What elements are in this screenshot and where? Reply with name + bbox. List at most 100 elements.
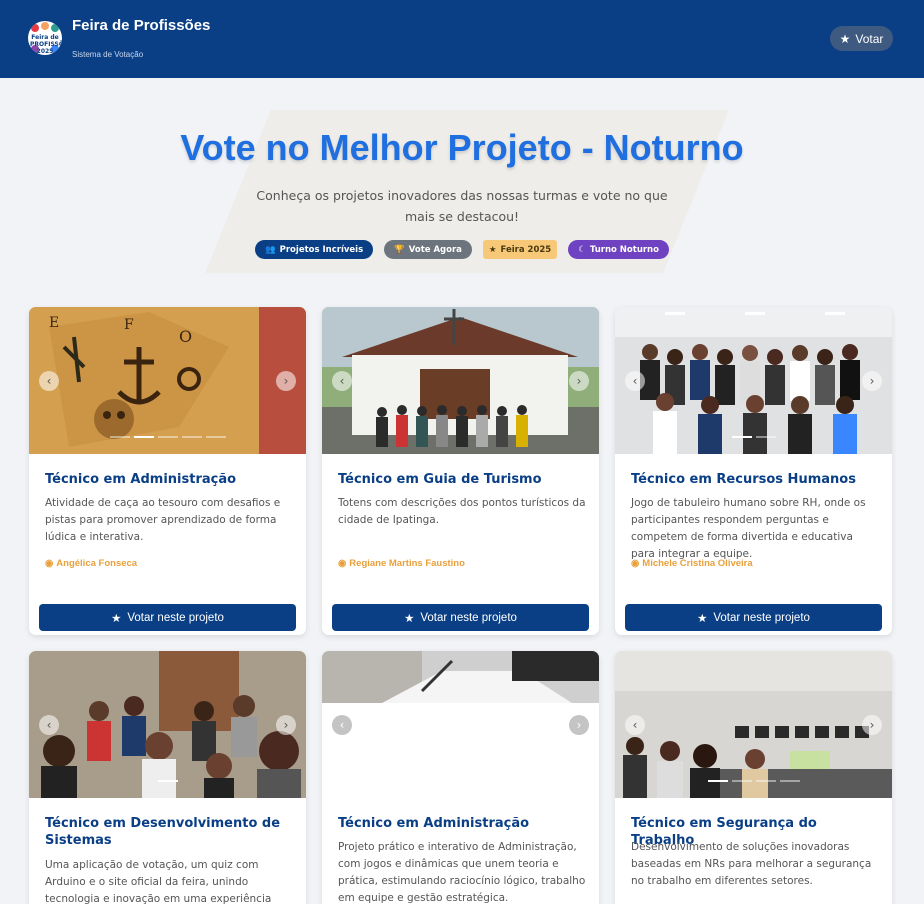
carousel-prev-button[interactable]: ‹ [39, 371, 59, 391]
carousel-indicator[interactable] [707, 780, 728, 782]
card-description: Uma aplicação de votação, um quiz com Ar… [45, 859, 272, 904]
chevron-left-icon: ‹ [339, 718, 345, 732]
classroom-tables-photo [322, 651, 599, 703]
logo-text: Feira de PROFISSÕES 2025 [30, 34, 62, 55]
project-card: ‹ › Técnico em Desenvolvimento de Sistem… [29, 651, 306, 904]
vote-project-button[interactable]: ★ Votar neste projeto [39, 604, 296, 631]
carousel-prev-button[interactable]: ‹ [625, 371, 645, 391]
nav-vote-button[interactable]: ★ Votar [830, 26, 893, 51]
card-title: Técnico em Administração [45, 472, 237, 487]
chevron-left-icon: ‹ [46, 374, 52, 388]
user-circle-icon: ◉ [338, 558, 347, 569]
card-description: Jogo de tabuleiro humano sobre RH, onde … [631, 497, 866, 560]
user-circle-icon: ◉ [631, 558, 640, 569]
project-card: O F E ‹ › Técnico em Administração Ativi… [29, 307, 306, 635]
hero-title: Vote no Melhor Projeto - Noturno [180, 127, 744, 168]
project-card: ‹ › Técnico em Administração Projeto prá… [322, 651, 599, 904]
badge-projetos: 👥 Projetos Incríveis [255, 240, 374, 259]
chevron-right-icon: › [283, 718, 289, 732]
star-icon: ★ [697, 612, 708, 625]
project-image-carousel[interactable]: ‹ › [322, 307, 599, 454]
carousel-indicator[interactable] [731, 780, 752, 782]
vote-button-label: Votar neste projeto [420, 611, 517, 624]
carousel-indicators [29, 436, 306, 438]
carousel-indicator[interactable] [109, 436, 130, 438]
chapel-group-photo [322, 307, 599, 454]
project-card: ‹ › Técnico em Segurança do Trabalho Des… [615, 651, 892, 904]
nav-vote-label: Votar [855, 31, 884, 46]
carousel-next-button[interactable]: › [276, 715, 296, 735]
carousel-prev-button[interactable]: ‹ [332, 371, 352, 391]
carousel-prev-button[interactable]: ‹ [332, 715, 352, 735]
chevron-right-icon: › [869, 718, 875, 732]
chevron-right-icon: › [869, 374, 875, 388]
treasure-map-photo: O F E [29, 307, 306, 454]
badge-turno: ☾ Turno Noturno [568, 240, 669, 259]
project-image-carousel[interactable]: ‹ › [615, 307, 892, 454]
svg-text:F: F [124, 317, 134, 333]
carousel-indicator[interactable] [157, 436, 178, 438]
students-selfie-photo [29, 651, 306, 798]
project-card: ‹ › Técnico em Recursos Humanos Jogo de … [615, 307, 892, 635]
hero-badges: 👥 Projetos Incríveis 🏆 Vote Agora ★ Feir… [0, 240, 924, 259]
badge-label: Vote Agora [408, 244, 462, 255]
project-image-carousel[interactable]: ‹ › [29, 651, 306, 798]
card-author: ◉ Angélica Fonseca [45, 558, 137, 569]
carousel-next-button[interactable]: › [569, 371, 589, 391]
card-title: Técnico em Recursos Humanos [631, 472, 856, 487]
card-description: Totens com descrições dos pontos turísti… [338, 497, 586, 526]
carousel-indicator[interactable] [133, 436, 154, 438]
computer-lab-photo [615, 651, 892, 798]
carousel-indicator[interactable] [181, 436, 202, 438]
chevron-left-icon: ‹ [46, 718, 52, 732]
chevron-right-icon: › [576, 718, 582, 732]
svg-text:E: E [49, 315, 59, 331]
carousel-indicator[interactable] [157, 780, 178, 782]
user-circle-icon: ◉ [45, 558, 54, 569]
trophy-icon: 🏆 [394, 244, 405, 255]
star-icon: ★ [111, 612, 122, 625]
carousel-next-button[interactable]: › [569, 715, 589, 735]
carousel-indicator[interactable] [755, 780, 776, 782]
event-logo[interactable]: Feira de PROFISSÕES 2025 [28, 21, 62, 55]
project-image-carousel[interactable]: ‹ › [615, 651, 892, 798]
badge-label: Feira 2025 [500, 244, 552, 255]
card-description: Atividade de caça ao tesouro com desafio… [45, 497, 281, 543]
author-name: Angélica Fonseca [56, 558, 138, 569]
project-image-carousel[interactable]: O F E ‹ › [29, 307, 306, 454]
carousel-indicator[interactable] [205, 436, 226, 438]
app-subtitle: Sistema de Votação [72, 50, 144, 59]
project-image-carousel[interactable]: ‹ › [322, 651, 599, 798]
star-icon: ★ [488, 244, 497, 255]
vote-button-label: Votar neste projeto [127, 611, 224, 624]
badge-vote: 🏆 Vote Agora [384, 240, 472, 259]
carousel-next-button[interactable]: › [276, 371, 296, 391]
carousel-indicators [615, 436, 892, 438]
vote-project-button[interactable]: ★ Votar neste projeto [625, 604, 882, 631]
card-title: Técnico em Guia de Turismo [338, 472, 542, 487]
carousel-indicators [29, 780, 306, 782]
carousel-indicator[interactable] [731, 436, 752, 438]
svg-text:O: O [179, 327, 192, 346]
card-author: ◉ Regiane Martins Faustino [338, 558, 465, 569]
star-icon: ★ [839, 31, 851, 46]
badge-label: Projetos Incríveis [279, 244, 364, 255]
carousel-prev-button[interactable]: ‹ [39, 715, 59, 735]
carousel-prev-button[interactable]: ‹ [625, 715, 645, 735]
carousel-indicators [615, 780, 892, 782]
vote-project-button[interactable]: ★ Votar neste projeto [332, 604, 589, 631]
author-name: Michele Cristina Oliveira [642, 558, 753, 569]
badge-feira: ★ Feira 2025 [482, 240, 558, 259]
vote-button-label: Votar neste projeto [713, 611, 810, 624]
card-description: Desenvolvimento de soluções inovadoras b… [631, 841, 872, 887]
app-title[interactable]: Feira de Profissões [72, 17, 210, 34]
carousel-indicator[interactable] [755, 436, 776, 438]
chevron-right-icon: › [283, 374, 289, 388]
author-name: Regiane Martins Faustino [349, 558, 465, 569]
moon-icon: ☾ [578, 244, 586, 255]
chevron-right-icon: › [576, 374, 582, 388]
carousel-next-button[interactable]: › [862, 371, 882, 391]
card-description: Projeto prático e interativo de Administ… [338, 841, 586, 904]
carousel-indicator[interactable] [779, 780, 800, 782]
carousel-next-button[interactable]: › [862, 715, 882, 735]
